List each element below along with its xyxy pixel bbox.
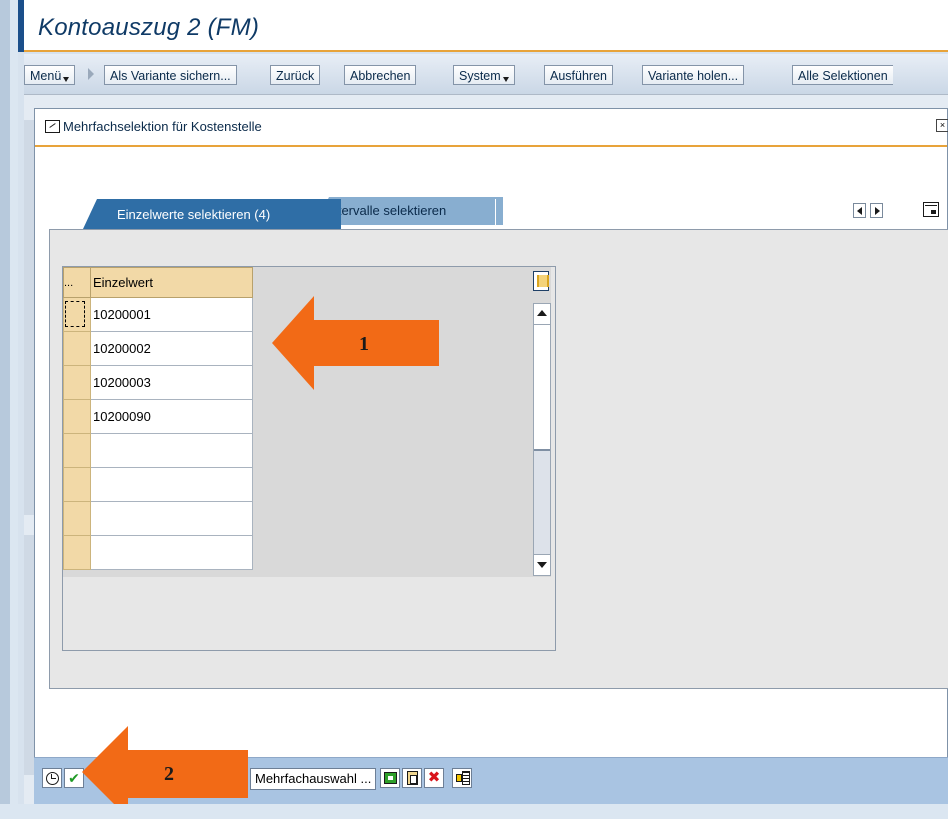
row-selector[interactable] [63, 399, 91, 434]
confirm-button[interactable]: ✔ [64, 768, 84, 788]
annotation-arrow-1: 1 [312, 320, 439, 366]
get-variant-button[interactable]: Variante holen... [642, 65, 745, 85]
delete-button[interactable]: ✖ [424, 768, 444, 788]
table-row: 10200001 [63, 297, 253, 332]
multiple-selection-button[interactable]: Mehrfachauswahl ... [250, 768, 377, 790]
toolbar-separator-icon [88, 68, 94, 80]
dropdown-icon [502, 77, 509, 82]
single-values-table: ... Einzelwert 10200001 10200002 1020000… [63, 267, 253, 570]
single-value-input[interactable]: 10200002 [90, 331, 253, 366]
multiple-selection-dialog: Mehrfachselektion für Kostenstelle × Int… [34, 108, 948, 804]
checkmark-icon: ✔ [68, 770, 80, 786]
row-selector[interactable] [63, 467, 91, 502]
list-icon [456, 771, 470, 786]
tab-intervals[interactable]: Intervalle selektieren [315, 197, 503, 225]
tab-content-panel: ... Einzelwert 10200001 10200002 1020000… [49, 229, 948, 689]
window-frame-bottom [0, 804, 948, 819]
system-menu-button[interactable]: System [453, 65, 515, 85]
title-underline [24, 50, 948, 52]
all-selections-button[interactable]: Alle Selektionen [792, 65, 893, 85]
single-value-input[interactable] [90, 535, 253, 570]
table-row: 10200090 [63, 399, 253, 434]
table-scrollbar[interactable] [533, 303, 551, 576]
tab-divider [495, 199, 499, 225]
table-row: 10200002 [63, 331, 253, 366]
table-row [63, 535, 253, 570]
execute-button[interactable]: Ausführen [544, 65, 613, 85]
annotation-number: 1 [359, 333, 369, 355]
delete-icon: ✖ [427, 769, 441, 786]
scroll-down-icon[interactable] [534, 554, 550, 575]
column-settings-icon[interactable] [533, 271, 549, 291]
cancel-button[interactable]: Abbrechen [344, 65, 417, 85]
single-value-input[interactable]: 10200001 [90, 297, 253, 332]
display-list-button[interactable] [452, 768, 472, 788]
dropdown-icon [63, 77, 70, 82]
tab-scroll-right-icon[interactable] [870, 203, 883, 218]
single-value-input[interactable] [90, 433, 253, 468]
tab-single-values[interactable]: Einzelwerte selektieren (4) [83, 199, 341, 229]
clock-icon [46, 772, 59, 785]
clock-icon-button[interactable] [42, 768, 62, 788]
table-row [63, 467, 253, 502]
single-value-input[interactable] [90, 467, 253, 502]
single-value-input[interactable]: 10200090 [90, 399, 253, 434]
row-selector[interactable] [63, 535, 91, 570]
dialog-title-bar: Mehrfachselektion für Kostenstelle × [35, 109, 948, 147]
upload-icon [384, 772, 397, 784]
focus-indicator [65, 301, 85, 327]
menu-button[interactable]: Menü [24, 65, 76, 85]
tab-scroll-left-icon[interactable] [853, 203, 866, 218]
single-value-input[interactable]: 10200003 [90, 365, 253, 400]
table-header-row: ... Einzelwert [63, 267, 253, 298]
upload-button[interactable] [380, 768, 400, 788]
close-icon[interactable]: × [936, 119, 948, 132]
select-all-column[interactable]: ... [63, 267, 91, 298]
scroll-up-icon[interactable] [534, 304, 550, 325]
system-label: System [459, 69, 501, 83]
single-value-input[interactable] [90, 501, 253, 536]
window-frame-inner [10, 0, 18, 819]
annotation-arrow-2: 2 [126, 750, 248, 798]
tab-single-values-label: Einzelwerte selektieren (4) [117, 207, 271, 222]
table-row: 10200003 [63, 365, 253, 400]
tab-list-icon[interactable] [923, 202, 939, 217]
row-selector[interactable] [63, 365, 91, 400]
save-as-variant-button[interactable]: Als Variante sichern... [104, 65, 237, 85]
dialog-title: Mehrfachselektion für Kostenstelle [63, 119, 262, 134]
dialog-window-icon [45, 120, 60, 133]
scrollbar-thumb[interactable] [534, 325, 550, 451]
window-frame-left [0, 0, 10, 819]
row-selector[interactable] [63, 297, 91, 332]
row-selector[interactable] [63, 331, 91, 366]
tab-intervals-label: Intervalle selektieren [327, 203, 447, 218]
column-header-single-value[interactable]: Einzelwert [90, 267, 253, 298]
back-button[interactable]: Zurück [270, 65, 321, 85]
menu-label: Menü [30, 69, 62, 83]
application-toolbar: Menü Als Variante sichern... Zurück Abbr… [24, 54, 948, 95]
title-bar: Kontoauszug 2 (FM) [18, 0, 948, 52]
row-selector[interactable] [63, 433, 91, 468]
paste-button[interactable] [402, 768, 422, 788]
table-row [63, 433, 253, 468]
page-title: Kontoauszug 2 (FM) [38, 14, 260, 41]
table-row [63, 501, 253, 536]
annotation-number: 2 [164, 763, 174, 785]
row-selector[interactable] [63, 501, 91, 536]
clipboard-icon [407, 771, 418, 785]
